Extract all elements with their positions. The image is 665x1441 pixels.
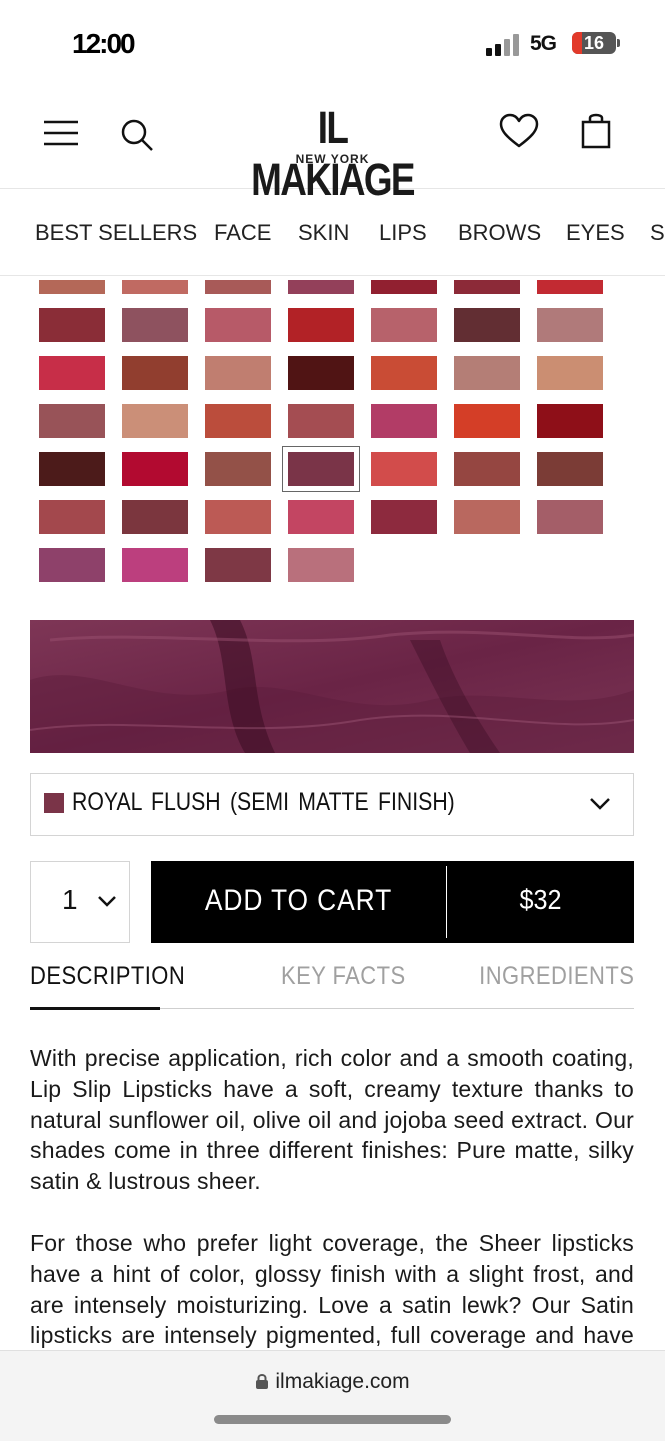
shade-swatch[interactable]	[288, 404, 354, 438]
shade-swatch[interactable]	[122, 280, 188, 294]
add-to-cart-label: ADD TO CART	[204, 884, 393, 917]
shade-swatch[interactable]	[39, 308, 105, 342]
nav-best-sellers[interactable]: BEST SELLERS	[35, 220, 197, 246]
shade-swatch[interactable]	[39, 548, 105, 582]
tab-active-indicator	[30, 1007, 160, 1010]
shade-swatch[interactable]	[371, 500, 437, 534]
description-paragraph: For those who prefer light coverage, the…	[30, 1230, 634, 1349]
shade-swatch[interactable]	[371, 404, 437, 438]
heart-icon[interactable]	[499, 113, 539, 149]
search-icon[interactable]	[120, 118, 154, 152]
shade-swatch[interactable]	[288, 500, 354, 534]
cart-divider	[446, 866, 447, 938]
shade-swatch[interactable]	[537, 452, 603, 486]
shade-color-chip	[44, 793, 64, 813]
shade-swatch[interactable]	[454, 404, 520, 438]
shade-swatch[interactable]	[454, 356, 520, 390]
shade-name: ROYAL FLUSH (SEMI MATTE FINISH)	[72, 788, 455, 816]
shade-swatch[interactable]	[205, 452, 271, 486]
shade-swatch[interactable]	[205, 500, 271, 534]
shade-swatch[interactable]	[122, 500, 188, 534]
menu-icon[interactable]	[44, 118, 78, 148]
shade-swatch[interactable]	[537, 356, 603, 390]
nav-lips[interactable]: LIPS	[379, 220, 427, 246]
shade-swatch[interactable]	[205, 280, 271, 294]
shade-swatch[interactable]	[371, 280, 437, 294]
signal-icon	[486, 34, 520, 56]
tab-key-facts[interactable]: KEY FACTS	[281, 962, 406, 991]
shade-swatch[interactable]	[454, 452, 520, 486]
shade-swatch[interactable]	[205, 356, 271, 390]
battery-tip	[617, 39, 620, 47]
shopping-bag-icon[interactable]	[580, 112, 612, 150]
description-paragraph: With precise application, rich color and…	[30, 1045, 634, 1195]
shade-swatch[interactable]	[537, 404, 603, 438]
home-indicator[interactable]	[214, 1415, 451, 1424]
tab-description[interactable]: DESCRIPTION	[30, 962, 185, 991]
shade-swatch[interactable]	[371, 356, 437, 390]
shade-swatch[interactable]	[454, 280, 520, 294]
url-text[interactable]: ilmakiage.com	[0, 1370, 665, 1394]
shade-swatch[interactable]	[39, 452, 105, 486]
shade-swatch[interactable]	[122, 548, 188, 582]
nav-more[interactable]: S	[650, 220, 665, 246]
chevron-down-icon[interactable]	[588, 792, 612, 816]
shade-swatch[interactable]	[205, 404, 271, 438]
shade-swatch[interactable]	[39, 404, 105, 438]
shade-swatch[interactable]	[122, 308, 188, 342]
chevron-down-icon[interactable]	[96, 890, 118, 912]
brand-subtitle: NEW YORK	[295, 152, 370, 166]
shade-swatch[interactable]	[454, 308, 520, 342]
price: $32	[519, 884, 562, 915]
shade-swatch[interactable]	[288, 548, 354, 582]
lock-icon	[256, 1374, 269, 1389]
shade-swatch[interactable]	[122, 356, 188, 390]
browser-address-bar[interactable]	[0, 1350, 665, 1441]
shade-swatch[interactable]	[537, 308, 603, 342]
network-label: 5G	[530, 32, 557, 55]
shade-swatch[interactable]	[39, 500, 105, 534]
battery-level	[572, 32, 582, 54]
shade-swatch[interactable]	[39, 356, 105, 390]
shade-swatch[interactable]	[205, 548, 271, 582]
shade-swatch[interactable]	[288, 356, 354, 390]
nav-face[interactable]: FACE	[214, 220, 271, 246]
shade-swatch[interactable]	[122, 452, 188, 486]
shade-swatch[interactable]	[371, 452, 437, 486]
shade-swatch[interactable]	[371, 308, 437, 342]
shade-swatch[interactable]	[288, 308, 354, 342]
shade-swatch[interactable]	[454, 500, 520, 534]
nav-eyes[interactable]: EYES	[566, 220, 625, 246]
url-label: ilmakiage.com	[275, 1370, 410, 1393]
lipstick-texture-image	[30, 620, 634, 753]
shade-swatch[interactable]	[537, 280, 603, 294]
shade-swatch[interactable]	[537, 500, 603, 534]
tab-ingredients[interactable]: INGREDIENTS	[479, 962, 634, 991]
shade-swatch[interactable]	[205, 308, 271, 342]
shade-swatch[interactable]	[288, 280, 354, 294]
quantity-value: 1	[62, 884, 78, 915]
shade-swatch[interactable]	[122, 404, 188, 438]
nav-skin[interactable]: SKIN	[298, 220, 349, 246]
shade-swatch[interactable]	[39, 280, 105, 294]
shade-swatch[interactable]	[282, 446, 360, 492]
status-time: 12:00	[72, 28, 136, 59]
nav-brows[interactable]: BROWS	[458, 220, 541, 246]
